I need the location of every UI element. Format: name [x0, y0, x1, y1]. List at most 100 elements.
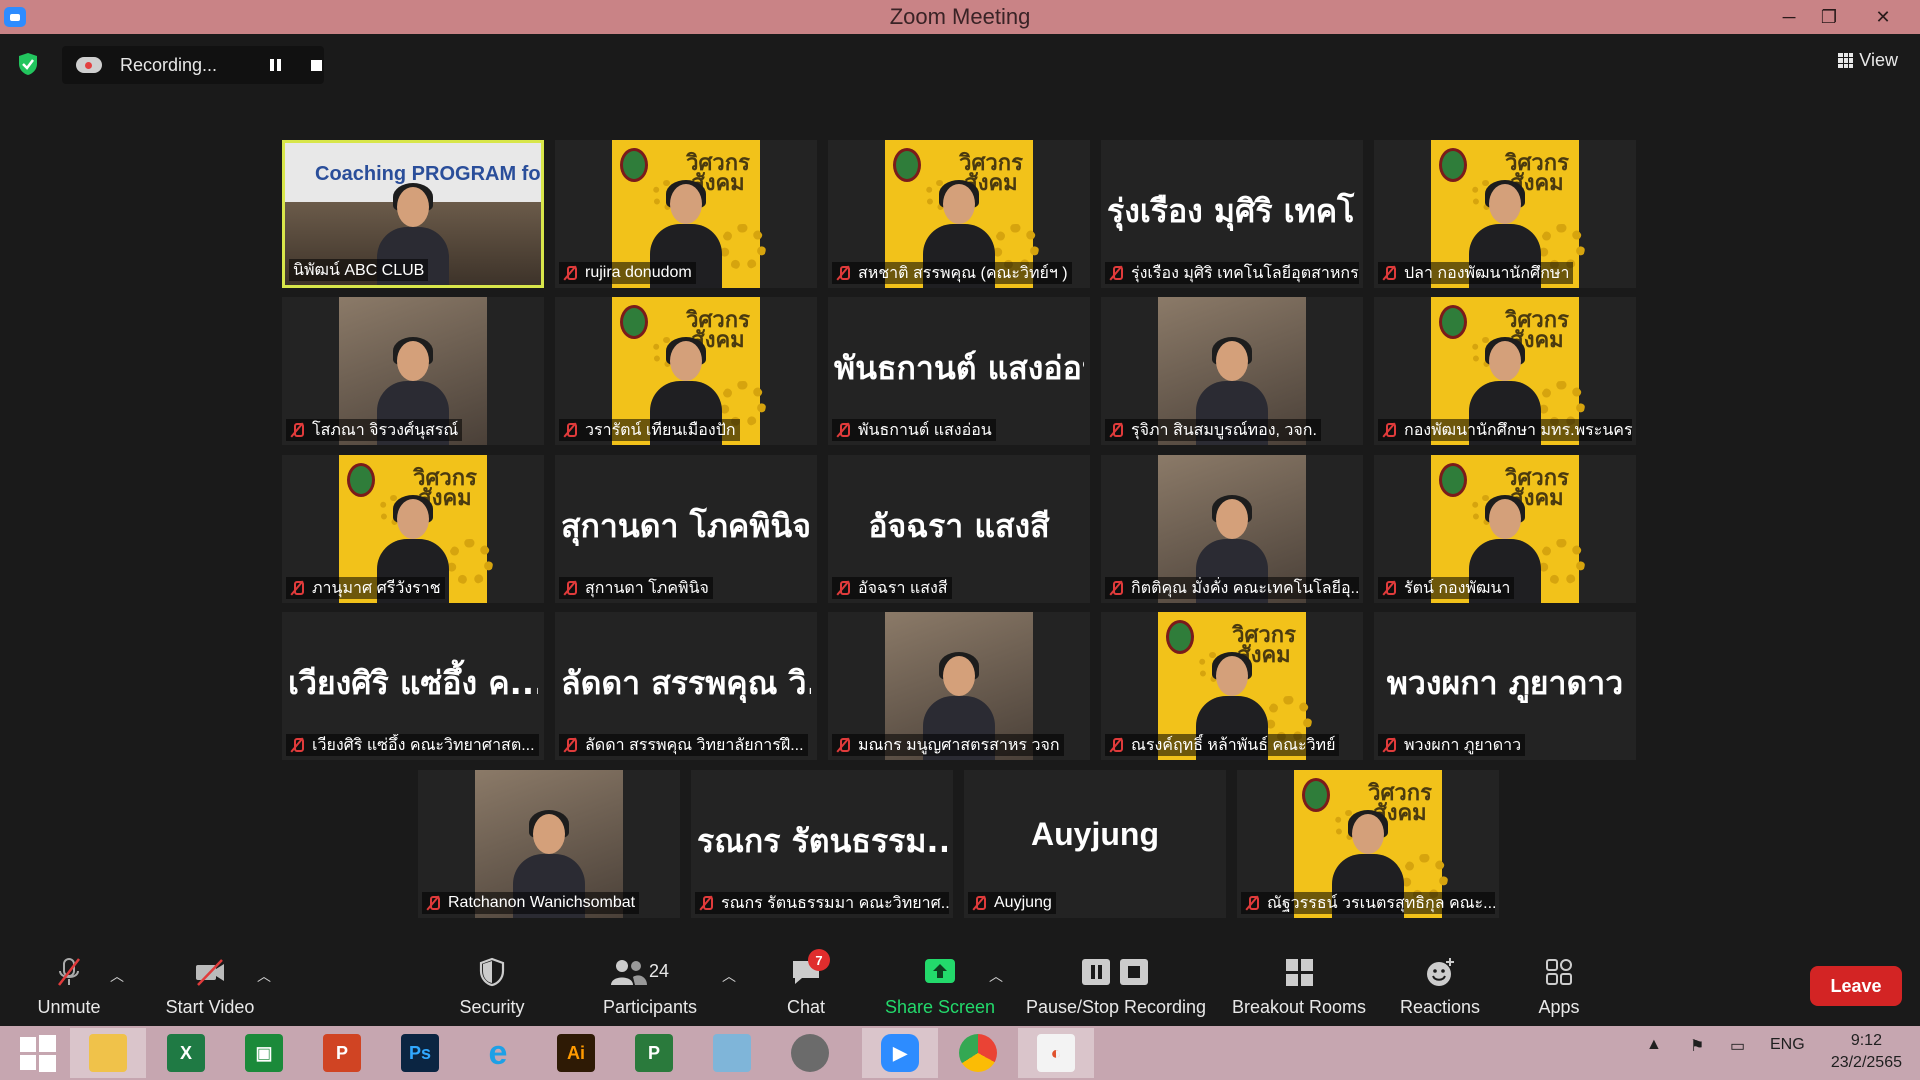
university-emblem-icon	[893, 148, 921, 182]
pause-stop-icon	[1082, 959, 1148, 985]
participant-tile[interactable]: วิศวกรสังคม วรารัตน์ เทียนเมืองปัก	[555, 297, 817, 445]
participant-name: รุ่งเรือง มุศิริ เทคโนโลยีอุตสาหกร...	[1131, 264, 1359, 282]
participant-name-label: เวียงศิริ แซ่อึ้ง คณะวิทยาศาสต...	[286, 734, 539, 756]
muted-mic-icon	[1382, 737, 1396, 753]
internet-explorer-icon[interactable]: e	[460, 1028, 536, 1078]
participant-name: ปลา กองพัฒนานักศึกษา	[1404, 264, 1570, 282]
muted-mic-icon	[836, 580, 850, 596]
participants-label: Participants	[602, 997, 698, 1017]
pause-recording-button[interactable]	[270, 59, 281, 71]
action-center-flag-icon[interactable]: ⚑	[1690, 1036, 1704, 1056]
participant-tile[interactable]: วิศวกรสังคม rujira donudom	[555, 140, 817, 288]
chat-unread-badge: 7	[808, 949, 830, 971]
participant-tile[interactable]: วิศวกรสังคม สหชาติ สรรพคุณ (คณะวิทย์ฯ )	[828, 140, 1090, 288]
excel-icon[interactable]: X	[148, 1028, 224, 1078]
muted-mic-icon	[1109, 737, 1123, 753]
participant-tile[interactable]: Auyjung Auyjung	[964, 770, 1226, 918]
participant-tile[interactable]: เวียงศิริ แซ่อึ้ง ค... เวียงศิริ แซ่อึ้ง …	[282, 612, 544, 760]
photo-viewer-icon[interactable]: ◐	[1018, 1028, 1094, 1078]
participant-name-label: โสภณา จิรวงศ์นุสรณ์	[286, 419, 463, 441]
powerpoint-icon[interactable]: P	[304, 1028, 380, 1078]
illustrator-icon[interactable]: Ai	[538, 1028, 614, 1078]
participant-tile[interactable]: โสภณา จิรวงศ์นุสรณ์	[282, 297, 544, 445]
leave-button[interactable]: Leave	[1810, 966, 1902, 1006]
participant-name: พันธกานต์ แสงอ่อน	[858, 421, 992, 439]
participant-tile[interactable]: วิศวกรสังคม ณัฐวรรธน์ วรเนตรสุทธิกุล คณะ.…	[1237, 770, 1499, 918]
participant-name-label: ปลา กองพัฒนานักศึกษา	[1378, 262, 1574, 284]
chat-button[interactable]: 7 Chat	[776, 949, 836, 1026]
share-screen-button[interactable]: Share Screen	[884, 952, 996, 1026]
participant-tile[interactable]: วิศวกรสังคม ปลา กองพัฒนานักศึกษา	[1374, 140, 1636, 288]
participant-tile[interactable]: มณกร มนูญศาสตรสาหร วจก	[828, 612, 1090, 760]
tray-overflow-chevron-icon[interactable]: ▲	[1646, 1036, 1662, 1054]
participant-tile[interactable]: กิตติคุณ มั่งคั่ง คณะเทคโนโลยีอุ...	[1101, 455, 1363, 603]
unmute-button[interactable]: Unmute	[28, 952, 110, 1026]
university-emblem-icon	[1439, 463, 1467, 497]
share-options-chevron-icon[interactable]: ︿	[989, 966, 1003, 986]
reactions-button[interactable]: Reactions	[1396, 952, 1484, 1026]
photoshop-icon[interactable]: Ps	[382, 1028, 458, 1078]
video-options-chevron-icon[interactable]: ︿	[257, 966, 271, 986]
language-indicator[interactable]: ENG	[1770, 1036, 1805, 1054]
notepad-icon[interactable]	[694, 1028, 770, 1078]
network-icon[interactable]: ▭	[1730, 1036, 1745, 1056]
participants-options-chevron-icon[interactable]: ︿	[722, 966, 736, 986]
participant-tile[interactable]: รุจิภา สินสมบูรณ์ทอง, วจก.	[1101, 297, 1363, 445]
participant-tile[interactable]: วิศวกรสังคม กองพัฒนานักศึกษา มทร.พระนคร	[1374, 297, 1636, 445]
background-overlay-text: Coaching PROGRAM for ...	[315, 163, 541, 185]
participant-tile[interactable]: วิศวกรสังคม ภานุมาศ ศรีวังราช	[282, 455, 544, 603]
muted-mic-icon	[290, 737, 304, 753]
participant-tile[interactable]: รุ่งเรือง มุศิริ เทคโ... รุ่งเรือง มุศิริ…	[1101, 140, 1363, 288]
close-button[interactable]: ✕	[1860, 0, 1906, 34]
participant-tile[interactable]: รณกร รัตนธรรม... รณกร รัตนธรรมมา คณะวิทยา…	[691, 770, 953, 918]
participant-name-label: rujira donudom	[559, 262, 696, 284]
publisher-icon[interactable]: ▣	[226, 1028, 302, 1078]
chrome-icon[interactable]	[940, 1028, 1016, 1078]
muted-mic-icon	[290, 422, 304, 438]
participant-tile[interactable]: อัจฉรา แสงสี อัจฉรา แสงสี	[828, 455, 1090, 603]
project-icon[interactable]: P	[616, 1028, 692, 1078]
participant-tile[interactable]: พวงผกา ภูยาดาว พวงผกา ภูยาดาว	[1374, 612, 1636, 760]
muted-mic-icon	[426, 895, 440, 911]
reactions-label: Reactions	[1399, 997, 1481, 1017]
participant-display-name: อัจฉรา แสงสี	[868, 507, 1050, 545]
participants-icon: 24	[605, 957, 695, 987]
security-button[interactable]: Security	[446, 952, 538, 1026]
recording-label: Recording...	[120, 54, 218, 75]
start-video-button[interactable]: Start Video	[160, 952, 260, 1026]
participant-name-label: รัตน์ กองพัฒนา	[1378, 577, 1515, 599]
video-off-icon	[196, 959, 224, 986]
audio-options-chevron-icon[interactable]: ︿	[110, 966, 124, 986]
photoscape-icon[interactable]	[772, 1028, 848, 1078]
windows-start-icon[interactable]	[0, 1028, 76, 1078]
participant-tile[interactable]: ลัดดา สรรพคุณ วิ... ลัดดา สรรพคุณ วิทยาลั…	[555, 612, 817, 760]
participant-tile[interactable]: พันธกานต์ แสงอ่อน พันธกานต์ แสงอ่อน	[828, 297, 1090, 445]
restore-button[interactable]: ❐	[1806, 0, 1852, 34]
taskbar-clock[interactable]: 9:12 23/2/2565	[1831, 1030, 1902, 1074]
muted-mic-icon	[1245, 895, 1259, 911]
participant-tile[interactable]: วิศวกรสังคม รัตน์ กองพัฒนา	[1374, 455, 1636, 603]
participant-name-label: ณรงค์ฤทธิ์ หล้าพันธ์ คณะวิทย์	[1105, 734, 1340, 756]
participant-name-label: นิพัฒน์ ABC CLUB	[289, 259, 429, 281]
participant-tile[interactable]: Coaching PROGRAM for ... นิพัฒน์ ABC CLUB	[282, 140, 544, 288]
file-explorer-icon[interactable]	[70, 1028, 146, 1078]
participant-tile[interactable]: สุกานดา โภคพินิจ สุกานดา โภคพินิจ	[555, 455, 817, 603]
participants-button[interactable]: 24 Participants	[594, 952, 706, 1026]
view-button[interactable]: View	[1838, 50, 1898, 71]
breakout-rooms-button[interactable]: Breakout Rooms	[1228, 952, 1370, 1026]
pause-stop-recording-button[interactable]: Pause/Stop Recording	[1024, 952, 1208, 1026]
participant-tile[interactable]: วิศวกรสังคม ณรงค์ฤทธิ์ หล้าพันธ์ คณะวิทย์	[1101, 612, 1363, 760]
apps-button[interactable]: Apps	[1526, 952, 1592, 1026]
zoom-taskbar-icon[interactable]: ▶	[862, 1028, 938, 1078]
participant-name: ณรงค์ฤทธิ์ หล้าพันธ์ คณะวิทย์	[1131, 736, 1336, 754]
muted-mic-icon	[1382, 422, 1396, 438]
participant-display-name: เวียงศิริ แซ่อึ้ง ค...	[288, 664, 538, 702]
security-shield-icon[interactable]	[17, 52, 39, 76]
participant-display-name: Auyjung	[1031, 816, 1159, 852]
participant-tile[interactable]: Ratchanon Wanichsombat	[418, 770, 680, 918]
stop-recording-button[interactable]	[311, 59, 322, 71]
university-emblem-icon	[1439, 305, 1467, 339]
participant-name-label: Auyjung	[968, 892, 1056, 914]
muted-mic-icon	[1382, 580, 1396, 596]
participant-name-label: มณกร มนูญศาสตรสาหร วจก	[832, 734, 1064, 756]
